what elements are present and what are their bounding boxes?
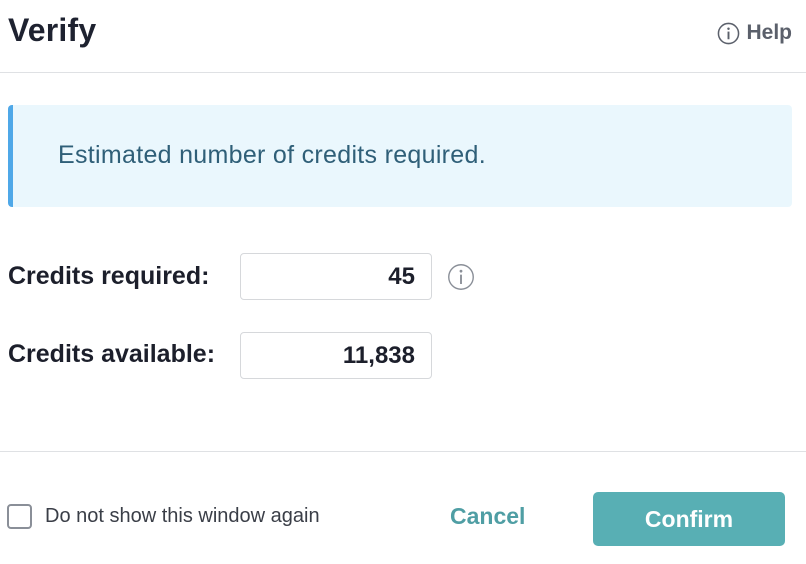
help-label: Help [746, 21, 792, 44]
dialog-title: Verify [8, 12, 97, 48]
info-circle-icon [717, 22, 740, 45]
help-button[interactable]: Help [717, 21, 792, 45]
credits-required-value: 45 [388, 263, 415, 290]
credits-available-label: Credits available: [8, 340, 216, 368]
footer-divider [0, 451, 806, 452]
info-banner: Estimated number of credits required. [8, 105, 792, 207]
credits-required-field: 45 [240, 253, 432, 300]
do-not-show-checkbox[interactable] [7, 504, 32, 529]
info-circle-icon[interactable] [447, 263, 475, 296]
credits-available-field: 11,838 [240, 332, 432, 379]
info-banner-text: Estimated number of credits required. [58, 141, 486, 169]
do-not-show-label[interactable]: Do not show this window again [45, 505, 320, 528]
credits-required-label: Credits required: [8, 262, 210, 290]
dialog-header: Verify Help [0, 0, 806, 73]
confirm-button[interactable]: Confirm [593, 492, 785, 546]
cancel-button[interactable]: Cancel [450, 503, 525, 530]
credits-available-value: 11,838 [342, 342, 415, 369]
